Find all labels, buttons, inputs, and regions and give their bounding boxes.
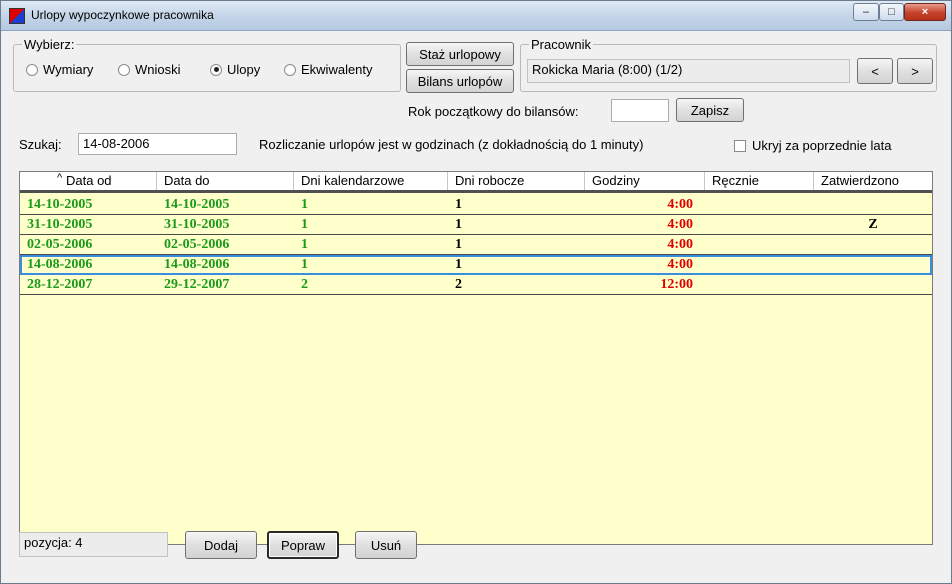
cell-godziny: 4:00 <box>667 237 693 252</box>
maximize-button[interactable]: □ <box>879 3 904 21</box>
rok-input[interactable] <box>611 99 669 122</box>
cell-dni-kalendarzowe: 1 <box>301 217 308 232</box>
cell-dni-kalendarzowe: 1 <box>301 237 308 252</box>
table-row[interactable]: 14-10-2005 14-10-2005 1 1 4:00 <box>20 195 932 215</box>
cell-recznie <box>705 275 814 294</box>
cell-dni-robocze: 1 <box>455 257 462 272</box>
radio-wymiary[interactable]: Wymiary <box>26 62 93 77</box>
main-window: Urlopy wypoczynkowe pracownika – □ × Wyb… <box>0 0 952 584</box>
cell-data-od: 14-10-2005 <box>27 197 93 212</box>
minimize-button[interactable]: – <box>853 3 879 21</box>
urlopy-table[interactable]: ^ Data od Data do Dni kalendarzowe Dni r… <box>19 171 933 545</box>
cell-godziny: 4:00 <box>667 257 693 272</box>
cell-zatwierdzono: Z <box>868 217 878 232</box>
cell-dni-kalendarzowe: 2 <box>301 277 308 292</box>
cell-zatwierdzono <box>814 195 932 214</box>
ukryj-checkbox[interactable] <box>734 140 746 152</box>
cell-data-od: 28-12-2007 <box>27 277 93 292</box>
cell-godziny: 4:00 <box>667 197 693 212</box>
client-area: Wybierz: Wymiary Wnioski Ulopy Ekwiwalen… <box>9 32 943 577</box>
column-header-godziny[interactable]: Godziny <box>585 172 705 190</box>
cell-data-do: 02-05-2006 <box>164 237 230 252</box>
bilans-urlopow-button[interactable]: Bilans urlopów <box>406 69 514 93</box>
popraw-button[interactable]: Popraw <box>267 531 339 559</box>
cell-recznie <box>705 215 814 234</box>
table-row[interactable]: 31-10-2005 31-10-2005 1 1 4:00 Z <box>20 215 932 235</box>
next-employee-button[interactable]: > <box>897 58 933 84</box>
column-header-zatwierdzono[interactable]: Zatwierdzono <box>814 172 932 190</box>
radio-dot-selected <box>210 63 222 76</box>
cell-recznie <box>705 195 814 214</box>
app-icon <box>9 8 25 24</box>
radio-dot <box>26 63 38 76</box>
column-header-dni-kalendarzowe[interactable]: Dni kalendarzowe <box>294 172 448 190</box>
table-row[interactable]: 28-12-2007 29-12-2007 2 2 12:00 <box>20 275 932 295</box>
column-header-data-od[interactable]: ^ Data od <box>20 172 157 190</box>
column-header-data-do[interactable]: Data do <box>157 172 294 190</box>
cell-data-do: 14-10-2005 <box>164 197 230 212</box>
cell-zatwierdzono <box>814 235 932 254</box>
radio-ekwiwalenty[interactable]: Ekwiwalenty <box>284 62 373 77</box>
cell-recznie <box>705 235 814 254</box>
title-bar[interactable]: Urlopy wypoczynkowe pracownika – □ × <box>1 1 951 31</box>
cell-dni-kalendarzowe: 1 <box>301 197 308 212</box>
radio-label: Wnioski <box>135 62 181 77</box>
cell-dni-robocze: 1 <box>455 237 462 252</box>
cell-data-do: 31-10-2005 <box>164 217 230 232</box>
column-label: Data od <box>66 173 112 188</box>
wybierz-group: Wybierz: Wymiary Wnioski Ulopy Ekwiwalen… <box>13 37 401 92</box>
cell-dni-robocze: 1 <box>455 217 462 232</box>
cell-data-do: 29-12-2007 <box>164 277 230 292</box>
ukryj-label: Ukryj za poprzednie lata <box>752 138 892 153</box>
search-input[interactable]: 14-08-2006 <box>78 133 237 155</box>
cell-data-od: 14-08-2006 <box>27 257 93 272</box>
radio-dot <box>118 63 130 76</box>
column-header-recznie[interactable]: Ręcznie <box>705 172 814 190</box>
dodaj-button[interactable]: Dodaj <box>185 531 257 559</box>
cell-recznie <box>705 255 814 274</box>
radio-label: Wymiary <box>43 62 94 77</box>
pozycja-status: pozycja: 4 <box>19 532 168 557</box>
radio-dot <box>284 63 296 76</box>
radio-label: Ekwiwalenty <box>301 62 373 77</box>
cell-data-do: 14-08-2006 <box>164 257 230 272</box>
cell-dni-robocze: 1 <box>455 197 462 212</box>
zapisz-button[interactable]: Zapisz <box>676 98 744 122</box>
info-text: Rozliczanie urlopów jest w godzinach (z … <box>259 137 644 152</box>
table-row[interactable]: 02-05-2006 02-05-2006 1 1 4:00 <box>20 235 932 255</box>
pracownik-display: Rokicka Maria (8:00) (1/2) <box>527 59 850 83</box>
pracownik-legend: Pracownik <box>529 37 593 52</box>
cell-data-od: 02-05-2006 <box>27 237 93 252</box>
cell-godziny: 12:00 <box>660 277 693 292</box>
rok-label: Rok początkowy do bilansów: <box>408 104 579 119</box>
radio-label: Ulopy <box>227 62 261 77</box>
search-label: Szukaj: <box>19 137 62 152</box>
usun-button[interactable]: Usuń <box>355 531 417 559</box>
radio-wnioski[interactable]: Wnioski <box>118 62 181 77</box>
cell-zatwierdzono <box>814 255 932 274</box>
cell-dni-robocze: 2 <box>455 277 462 292</box>
table-header: ^ Data od Data do Dni kalendarzowe Dni r… <box>20 172 932 193</box>
cell-data-od: 31-10-2005 <box>27 217 93 232</box>
wybierz-legend: Wybierz: <box>22 37 77 52</box>
pracownik-group: Pracownik Rokicka Maria (8:00) (1/2) < > <box>520 37 937 92</box>
cell-dni-kalendarzowe: 1 <box>301 257 308 272</box>
window-title: Urlopy wypoczynkowe pracownika <box>31 8 214 22</box>
close-button[interactable]: × <box>904 3 946 21</box>
table-row-selected[interactable]: 14-08-2006 14-08-2006 1 1 4:00 <box>20 255 932 275</box>
prev-employee-button[interactable]: < <box>857 58 893 84</box>
radio-ulopy[interactable]: Ulopy <box>210 62 260 77</box>
staz-urlopowy-button[interactable]: Staż urlopowy <box>406 42 514 66</box>
sort-ascending-icon: ^ <box>57 172 63 184</box>
cell-zatwierdzono <box>814 275 932 294</box>
cell-godziny: 4:00 <box>667 217 693 232</box>
column-header-dni-robocze[interactable]: Dni robocze <box>448 172 585 190</box>
